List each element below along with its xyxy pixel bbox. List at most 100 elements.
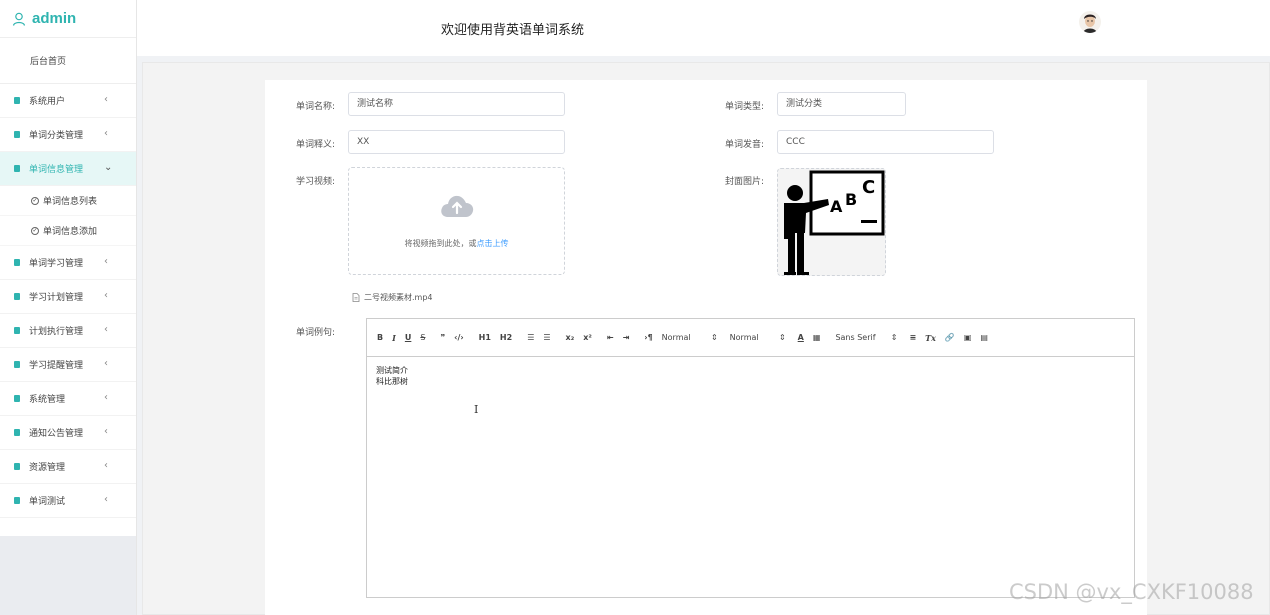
circle-check-icon: ✓	[31, 226, 39, 235]
sidebar-item-label: 通知公告管理	[29, 429, 84, 439]
align-icon[interactable]: ≡	[909, 331, 916, 345]
sidebar-item-notice[interactable]: 通知公告管理 ‹	[0, 416, 136, 450]
sidebar-item-plan-exec[interactable]: 计划执行管理 ‹	[0, 314, 136, 348]
image-icon[interactable]: ▣	[964, 331, 972, 345]
chevron-left-icon: ‹	[104, 358, 108, 369]
size-select[interactable]: Normal ⇕	[730, 331, 786, 345]
file-name: 二号视频素材.mp4	[364, 293, 433, 302]
sidebar-item-word-info[interactable]: 单词信息管理 ⌄	[0, 152, 136, 186]
bold-button[interactable]: B	[377, 331, 383, 345]
font-select[interactable]: Sans Serif ⇕	[835, 331, 897, 345]
outdent-icon[interactable]: ⇤	[607, 331, 614, 345]
avatar[interactable]	[1079, 11, 1101, 33]
sidebar-item-label: 资源管理	[29, 463, 66, 473]
submenu-item-label: 单词信息添加	[43, 227, 98, 237]
menu-icon	[14, 165, 20, 172]
watermark: CSDN @vx_CXKF10088	[1009, 580, 1254, 604]
sidebar-footer	[0, 536, 136, 615]
bullet-list-icon[interactable]: ☰	[543, 331, 550, 345]
chevron-left-icon: ‹	[104, 426, 108, 437]
top-header: 欢迎使用背英语单词系统	[137, 0, 1270, 56]
svg-text:A: A	[830, 197, 843, 216]
sidebar-item-resource[interactable]: 资源管理 ‹	[0, 450, 136, 484]
type-label: 单词类型:	[725, 102, 765, 112]
word-pronunciation-input[interactable]: CCC	[777, 130, 994, 154]
sidebar-item-label: 单词测试	[29, 497, 66, 507]
brand: admin	[0, 0, 136, 38]
svg-text:B: B	[845, 190, 857, 209]
sidebar-item-users[interactable]: 系统用户 ‹	[0, 84, 136, 118]
chevron-left-icon: ‹	[104, 460, 108, 471]
upload-hint: 将视频拖到此处，或点击上传	[349, 238, 564, 249]
word-type-input[interactable]: 测试分类	[777, 92, 906, 116]
word-meaning-input[interactable]: XX	[348, 130, 565, 154]
size-select-value: Normal	[729, 333, 759, 342]
menu-icon	[14, 361, 20, 368]
rich-text-editor: B I U S ❞ ‹/› H1 H2 ☰ ☰ x₂ x² ⇤ ⇥ ›¶ Nor…	[366, 318, 1135, 598]
header-select-value: Normal	[661, 333, 691, 342]
circle-check-icon: ✓	[31, 196, 39, 205]
header-select[interactable]: Normal ⇕	[662, 331, 718, 345]
sidebar-item-word-test[interactable]: 单词测试 ‹	[0, 484, 136, 518]
video-label: 学习视频:	[296, 177, 336, 187]
submenu-item-word-add[interactable]: ✓ 单词信息添加	[0, 216, 136, 246]
upload-link[interactable]: 点击上传	[477, 239, 509, 248]
chevron-left-icon: ‹	[104, 392, 108, 403]
sidebar-item-word-study[interactable]: 单词学习管理 ‹	[0, 246, 136, 280]
page-title: 欢迎使用背英语单词系统	[441, 23, 585, 38]
uploaded-file[interactable]: 二号视频素材.mp4	[352, 292, 433, 303]
sidebar-item-label: 系统用户	[29, 97, 66, 107]
subscript-button[interactable]: x₂	[566, 331, 575, 345]
sidebar-item-home[interactable]: 后台首页	[0, 38, 136, 84]
cover-image-upload[interactable]: A B C	[777, 168, 886, 276]
italic-button[interactable]: I	[392, 331, 396, 345]
chevron-left-icon: ‹	[104, 290, 108, 301]
code-block-icon[interactable]: ‹/›	[454, 331, 464, 345]
sidebar-item-label: 单词分类管理	[29, 131, 84, 141]
menu-icon	[14, 429, 20, 436]
text-color-icon[interactable]: A	[798, 331, 804, 345]
select-arrow-icon: ⇕	[890, 333, 898, 342]
user-icon	[12, 12, 26, 26]
blockquote-button[interactable]: ❞	[440, 331, 445, 345]
header1-button[interactable]: H1	[479, 331, 491, 345]
menu-icon	[14, 395, 20, 402]
chevron-left-icon: ‹	[104, 324, 108, 335]
link-icon[interactable]: 🔗	[945, 331, 955, 345]
submenu-item-word-list[interactable]: ✓ 单词信息列表	[0, 186, 136, 216]
superscript-button[interactable]: x²	[583, 331, 592, 345]
cover-label: 封面图片:	[725, 177, 765, 187]
underline-button[interactable]: U	[405, 331, 412, 345]
chevron-left-icon: ‹	[104, 256, 108, 267]
font-select-value: Sans Serif	[835, 333, 876, 342]
sidebar-item-study-remind[interactable]: 学习提醒管理 ‹	[0, 348, 136, 382]
menu-icon	[14, 131, 20, 138]
indent-icon[interactable]: ⇥	[623, 331, 630, 345]
select-arrow-icon: ⇕	[710, 333, 718, 342]
video-icon[interactable]: ▤	[980, 331, 988, 345]
word-name-input[interactable]: 测试名称	[348, 92, 565, 116]
editor-line: 测试简介	[376, 366, 408, 375]
sidebar-item-label: 后台首页	[30, 57, 67, 67]
sidebar-item-study-plan[interactable]: 学习计划管理 ‹	[0, 280, 136, 314]
sidebar-item-label: 计划执行管理	[29, 327, 84, 337]
sidebar-item-word-category[interactable]: 单词分类管理 ‹	[0, 118, 136, 152]
sidebar-item-system[interactable]: 系统管理 ‹	[0, 382, 136, 416]
editor-content[interactable]: 测试简介 科比那树	[367, 357, 1134, 395]
sidebar-item-label: 学习计划管理	[29, 293, 84, 303]
clear-format-icon[interactable]: Tx	[925, 331, 936, 345]
video-upload-dropzone[interactable]: 将视频拖到此处，或点击上传	[348, 167, 565, 275]
strike-button[interactable]: S	[420, 331, 425, 345]
menu-icon	[14, 463, 20, 470]
editor-line: 科比那树	[376, 377, 408, 386]
menu-icon	[14, 293, 20, 300]
document-icon	[352, 293, 360, 302]
chevron-left-icon: ‹	[104, 494, 108, 505]
header2-button[interactable]: H2	[500, 331, 512, 345]
chevron-down-icon: ⌄	[104, 162, 113, 173]
background-color-icon[interactable]: ▦	[813, 331, 821, 345]
menu-icon	[14, 327, 20, 334]
teacher-board-image: A B C	[778, 169, 885, 275]
text-direction-icon[interactable]: ›¶	[644, 331, 652, 345]
ordered-list-icon[interactable]: ☰	[527, 331, 534, 345]
